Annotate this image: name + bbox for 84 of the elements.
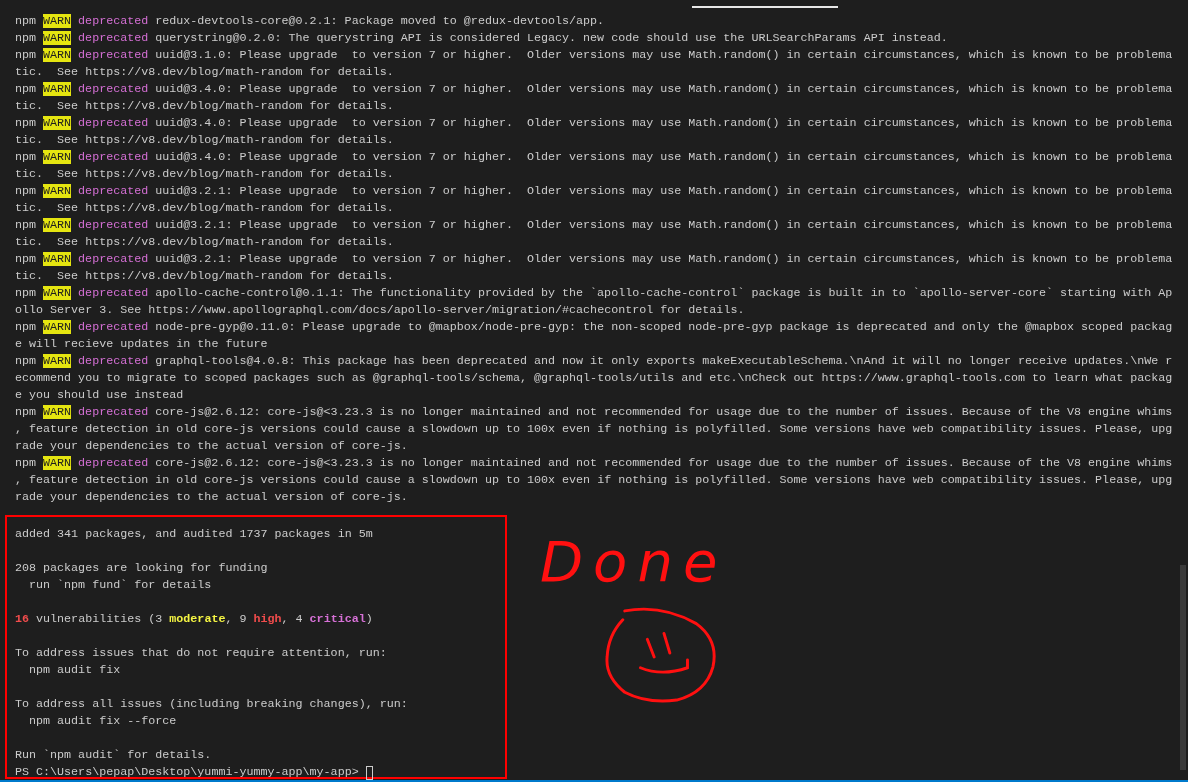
deprecated-label: deprecated (78, 31, 149, 45)
warn-label: WARN (43, 184, 72, 198)
log-text: uuid@3.4.0: Please upgrade to version 7 or higher. Older versions may use Math.random() in certain circumstances, which is known to be problema (155, 116, 1173, 130)
deprecated-label: deprecated (78, 14, 149, 28)
npm-prefix: npm (15, 150, 37, 164)
deprecated-label: deprecated (78, 116, 149, 130)
npm-prefix: npm (15, 184, 37, 198)
npm-prefix: npm (15, 82, 37, 96)
log-text: tic. See https://v8.dev/blog/math-random for details. (15, 235, 394, 249)
summary-text: npm audit fix --force (28, 714, 177, 728)
warn-label: WARN (43, 116, 72, 130)
warn-label: WARN (43, 82, 72, 96)
deprecated-label: deprecated (78, 150, 149, 164)
log-text: redux-devtools-core@0.2.1: Package moved to @redux-devtools/app. (155, 14, 605, 28)
log-text: , feature detection in old core-js versions could cause a slowdown up to 100x even if nothing is polyfilled. Some versions have web compatibility issues. Please, upg (15, 422, 1173, 436)
log-text: uuid@3.4.0: Please upgrade to version 7 or higher. Older versions may use Math.random() in certain circumstances, which is known to be problema (155, 82, 1173, 96)
log-text: uuid@3.2.1: Please upgrade to version 7 or higher. Older versions may use Math.random() in certain circumstances, which is known to be problema (155, 252, 1173, 266)
deprecated-label: deprecated (78, 405, 149, 419)
npm-prefix: npm (15, 405, 37, 419)
npm-prefix: npm (15, 320, 37, 334)
npm-prefix: npm (15, 218, 37, 232)
warn-label: WARN (43, 286, 72, 300)
log-text: , feature detection in old core-js versions could cause a slowdown up to 100x even if nothing is polyfilled. Some versions have web compatibility issues. Please, upg (15, 473, 1173, 487)
log-text: uuid@3.1.0: Please upgrade to version 7 or higher. Older versions may use Math.random() in certain circumstances, which is known to be problema (155, 48, 1173, 62)
log-text: tic. See https://v8.dev/blog/math-random for details. (15, 269, 394, 283)
log-text: tic. See https://v8.dev/blog/math-random for details. (15, 65, 394, 79)
log-text: tic. See https://v8.dev/blog/math-random for details. (15, 201, 394, 215)
warn-label: WARN (43, 405, 72, 419)
summary-text: npm audit fix (28, 663, 121, 677)
npm-prefix: npm (15, 14, 37, 28)
log-text: apollo-cache-control@0.1.1: The functionality provided by the `apollo-cache-control` package is built in to `apollo-server-core` starting with Ap (155, 286, 1173, 300)
scrollbar[interactable] (1180, 565, 1186, 770)
deprecated-label: deprecated (78, 82, 149, 96)
deprecated-label: deprecated (78, 456, 149, 470)
npm-prefix: npm (15, 286, 37, 300)
summary-text: 208 packages are looking for funding (15, 561, 268, 575)
handwritten-note: Done (540, 530, 729, 594)
summary-text: To address issues that do not require attention, run: (15, 646, 387, 660)
deprecated-label: deprecated (78, 252, 149, 266)
log-text: graphql-tools@4.0.8: This package has been deprecated and now it only exports makeExecutableSchema.\nAnd it will no longer receive updates.\nWe r (155, 354, 1173, 368)
summary-text: run `npm fund` for details (28, 578, 212, 592)
deprecated-label: deprecated (78, 48, 149, 62)
deprecated-label: deprecated (78, 184, 149, 198)
npm-prefix: npm (15, 116, 37, 130)
warn-label: WARN (43, 456, 72, 470)
deprecated-label: deprecated (78, 320, 149, 334)
log-text: tic. See https://v8.dev/blog/math-random for details. (15, 133, 394, 147)
warn-label: WARN (43, 14, 72, 28)
log-text: core-js@2.6.12: core-js@<3.23.3 is no longer maintained and not recommended for usage due to the number of issues. Because of the V8 engine whims (155, 405, 1173, 419)
log-text: tic. See https://v8.dev/blog/math-random for details. (15, 167, 394, 181)
log-text: ollo Server 3. See https://www.apollographql.com/docs/apollo-server/migration/#cachecontrol for details. (15, 303, 745, 317)
warn-label: WARN (43, 31, 72, 45)
cursor (365, 765, 373, 780)
deprecated-label: deprecated (78, 218, 149, 232)
warn-label: WARN (43, 218, 72, 232)
summary-text: added 341 packages, and audited 1737 packages in 5m (15, 527, 373, 541)
summary-text: To address all issues (including breaking changes), run: (15, 697, 408, 711)
deprecated-label: deprecated (78, 354, 149, 368)
deprecated-label: deprecated (78, 286, 149, 300)
npm-prefix: npm (15, 31, 37, 45)
warn-label: WARN (43, 252, 72, 266)
warn-label: WARN (43, 320, 72, 334)
log-text: rade your dependencies to the actual version of core-js. (15, 490, 408, 504)
warn-label: WARN (43, 354, 72, 368)
log-text: uuid@3.2.1: Please upgrade to version 7 or higher. Older versions may use Math.random() in certain circumstances, which is known to be problema (155, 184, 1173, 198)
log-text: e will recieve updates in the future (15, 337, 268, 351)
prompt-text: PS C:\Users\pepap\Desktop\yummi-yummy-app\my-app> (15, 764, 359, 781)
npm-prefix: npm (15, 354, 37, 368)
log-text: e you should use instead (15, 388, 184, 402)
log-text: uuid@3.4.0: Please upgrade to version 7 or higher. Older versions may use Math.random() in certain circumstances, which is known to be problema (155, 150, 1173, 164)
log-text: node-pre-gyp@0.11.0: Please upgrade to @mapbox/node-pre-gyp: the non-scoped node-pre-gyp package is deprecated and only the @mapbox scoped packag (155, 320, 1173, 334)
log-text: rade your dependencies to the actual version of core-js. (15, 439, 408, 453)
npm-prefix: npm (15, 48, 37, 62)
log-text: tic. See https://v8.dev/blog/math-random for details. (15, 99, 394, 113)
log-text: ecommend you to migrate to scoped packages such as @graphql-tools/schema, @graphql-tools/utils and etc.\nCheck out https://www.graphql-tools.com to learn what packag (15, 371, 1173, 385)
log-text: core-js@2.6.12: core-js@<3.23.3 is no longer maintained and not recommended for usage due to the number of issues. Because of the V8 engine whims (155, 456, 1173, 470)
summary-text: 16 vulnerabilities (3 moderate, 9 high, 4 critical) (15, 612, 373, 626)
npm-prefix: npm (15, 252, 37, 266)
summary-text: Run `npm audit` for details. (15, 748, 212, 762)
log-text: uuid@3.2.1: Please upgrade to version 7 or higher. Older versions may use Math.random() in certain circumstances, which is known to be problema (155, 218, 1173, 232)
warn-label: WARN (43, 150, 72, 164)
npm-prefix: npm (15, 456, 37, 470)
warn-label: WARN (43, 48, 72, 62)
log-text: querystring@0.2.0: The querystring API is considered Legacy. new code should use the URLSearchParams API instead. (155, 31, 948, 45)
